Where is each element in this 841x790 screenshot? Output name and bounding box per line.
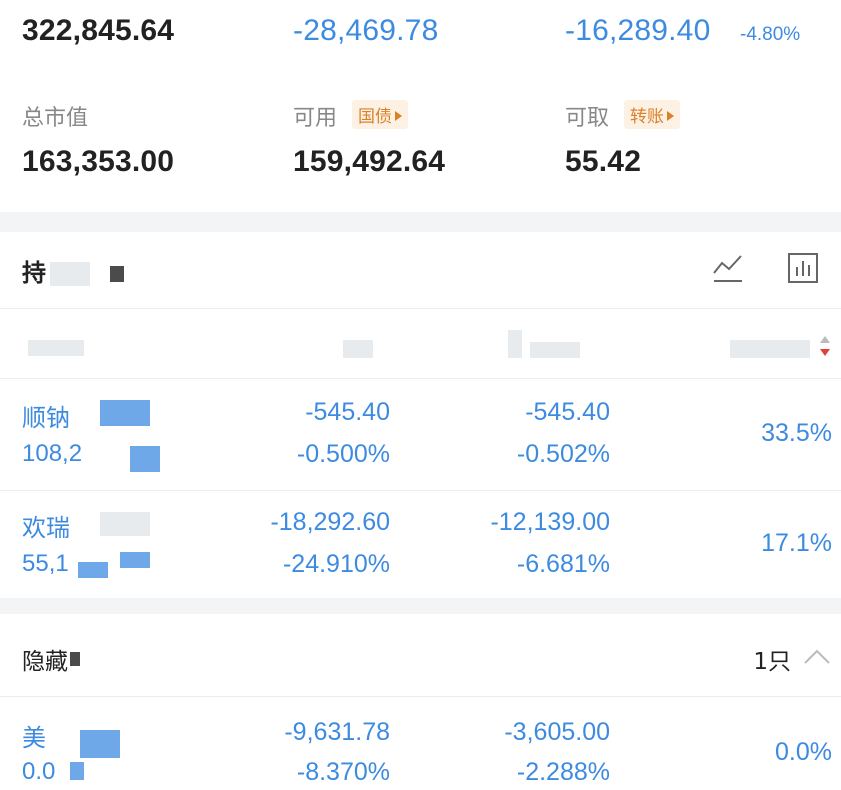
blurred-text [50, 262, 90, 286]
divider [0, 696, 841, 697]
section-gap [0, 212, 841, 232]
stock-name: 欢瑞 [22, 514, 70, 542]
pl-pct: -24.910% [282, 550, 390, 578]
available-label: 可用 [293, 106, 338, 131]
today-pl-value: -3,605.00 [504, 718, 610, 746]
play-arrow-icon [395, 111, 402, 121]
divider [0, 490, 841, 491]
play-arrow-icon [667, 111, 674, 121]
today-pl-pct: -2.288% [516, 758, 610, 786]
today-pl-value: -12,139.00 [490, 508, 610, 536]
blurred-text [28, 340, 84, 356]
pl-pct: -8.370% [296, 758, 390, 786]
blurred-text [70, 762, 84, 780]
chevron-up-icon[interactable] [803, 648, 831, 666]
pl-value: -18,292.60 [270, 508, 390, 536]
pl-value: -9,631.78 [284, 718, 390, 746]
blurred-text [100, 512, 150, 536]
bond-button-label: 国债 [358, 107, 392, 127]
withdrawable-value: 55.42 [565, 145, 642, 178]
withdrawable-label: 可取 [565, 106, 610, 131]
today-pl-pct: -0.502% [516, 440, 610, 468]
stock-sub-value: 108,2 [22, 440, 83, 467]
stock-name: 美 [22, 724, 46, 752]
position-ratio: 33.5% [761, 419, 832, 447]
section-gap [0, 598, 841, 614]
column-header-today [508, 330, 522, 358]
hidden-section-title: 隐藏 [22, 649, 68, 675]
blurred-text [120, 552, 150, 568]
bar-chart-icon[interactable] [786, 251, 820, 285]
market-value-value: 163,353.00 [22, 145, 175, 178]
position-ratio: 17.1% [761, 529, 832, 557]
column-header-position[interactable] [730, 340, 810, 358]
today-pl-value: -545.40 [525, 398, 610, 426]
stock-sub-value: 55,1 [22, 550, 69, 577]
stock-name: 顺钠 [22, 404, 70, 432]
sort-icon[interactable] [818, 334, 832, 360]
floating-pl-value: -28,469.78 [293, 14, 439, 47]
available-value: 159,492.64 [293, 145, 446, 178]
column-header-pl [343, 340, 373, 358]
blurred-text [78, 562, 108, 578]
today-pl-pct: -6.681% [516, 550, 610, 578]
bond-button[interactable]: 国债 [352, 100, 408, 129]
stock-sub-value: 0.0 [22, 758, 56, 785]
today-pl-pct: -4.80% [740, 24, 801, 45]
line-chart-icon[interactable] [711, 251, 745, 285]
divider [0, 378, 841, 379]
holdings-title: 持 [22, 259, 46, 287]
blurred-text [100, 400, 150, 426]
blurred-text [110, 266, 124, 282]
account-summary: 322,845.64 -28,469.78 -16,289.40 -4.80% … [0, 0, 841, 212]
market-value-label: 总市值 [22, 106, 89, 131]
pl-value: -545.40 [305, 398, 390, 426]
blurred-text [530, 342, 580, 358]
pl-pct: -0.500% [296, 440, 390, 468]
blurred-text [80, 730, 120, 758]
hidden-count: 1只 [753, 649, 791, 675]
transfer-button[interactable]: 转账 [624, 100, 680, 129]
position-ratio: 0.0% [775, 738, 832, 766]
divider [0, 308, 841, 309]
total-assets-value: 322,845.64 [22, 14, 175, 47]
today-pl-value: -16,289.40 [565, 14, 711, 47]
transfer-button-label: 转账 [630, 107, 664, 127]
blurred-text [70, 652, 80, 666]
blurred-text [130, 446, 160, 472]
